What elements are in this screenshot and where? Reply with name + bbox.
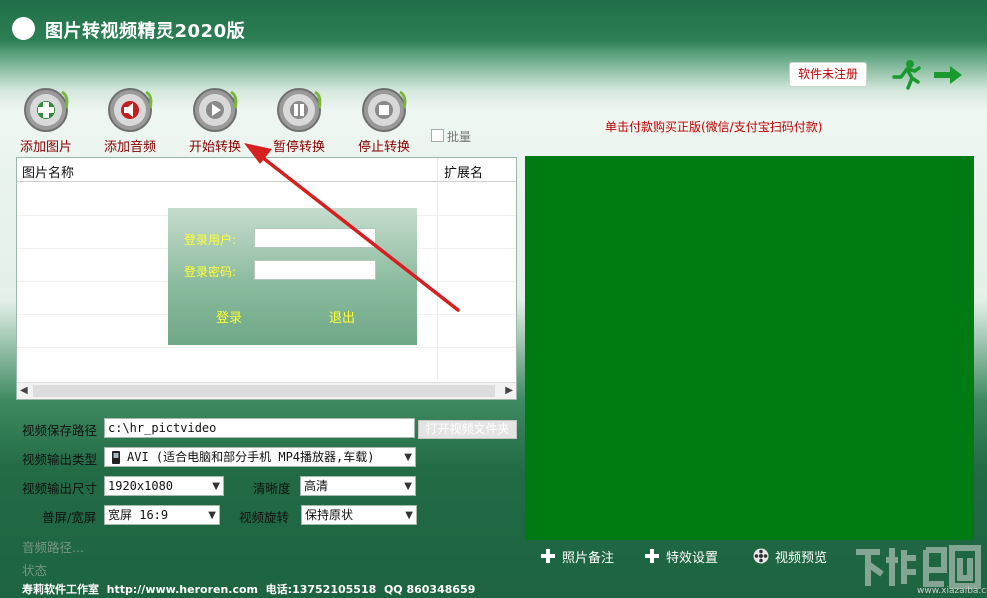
output-size-value: 1920x1080 — [108, 479, 174, 493]
start-convert-button[interactable]: 开始转换 — [183, 86, 247, 155]
login-password-label: 登录密码: — [184, 265, 237, 279]
file-list-header: 图片名称 扩展名 — [17, 158, 516, 182]
scroll-left-icon[interactable]: ◀ — [20, 385, 28, 396]
plus-icon — [541, 549, 555, 563]
exit-app-button[interactable] — [888, 58, 968, 94]
add-image-button[interactable]: 添加图片 — [14, 86, 78, 155]
video-preview-area — [525, 156, 974, 540]
app-logo-icon — [12, 17, 35, 40]
chevron-down-icon[interactable]: ▼ — [212, 478, 220, 495]
batch-checkbox-label: 批量 — [447, 130, 472, 144]
add-audio-label: 添加音频 — [103, 140, 156, 155]
status-label: 状态 — [22, 563, 48, 578]
plus-icon — [645, 549, 659, 563]
scroll-right-icon[interactable]: ▶ — [505, 385, 513, 396]
stop-convert-button[interactable]: 停止转换 — [352, 86, 416, 155]
window-title: 图片转视频精灵2020版 — [45, 21, 246, 42]
footer-website[interactable]: http://www.heroren.com — [107, 583, 258, 596]
screen-ratio-value: 宽屏 16:9 — [108, 508, 169, 522]
login-button[interactable]: 登录 — [216, 307, 242, 326]
film-reel-icon — [753, 548, 769, 564]
add-image-icon — [24, 88, 69, 132]
video-preview-label: 视频预览 — [775, 551, 828, 566]
login-user-input[interactable] — [254, 228, 376, 248]
start-convert-label: 开始转换 — [188, 140, 241, 155]
login-panel: 登录用户: 登录密码: 登录 退出 — [168, 208, 417, 345]
login-password-input[interactable] — [254, 260, 376, 280]
stop-icon — [362, 88, 407, 132]
add-audio-icon — [108, 88, 153, 132]
rotate-value: 保持原状 — [305, 508, 354, 522]
audio-path-button[interactable]: 音频路径... — [22, 537, 84, 556]
column-extension[interactable]: 扩展名 — [444, 162, 483, 181]
clarity-value: 高清 — [304, 479, 329, 493]
watermark-logo — [856, 545, 981, 589]
play-icon — [193, 88, 238, 132]
save-path-field[interactable]: c:\hr_pictvideo — [104, 418, 415, 438]
buy-license-link[interactable]: 单击付款购买正版(微信/支付宝扫码付款) — [605, 118, 822, 135]
rotate-label: 视频旋转 — [239, 510, 290, 525]
register-button[interactable]: 软件未注册 — [789, 62, 867, 87]
title-bar: 图片转视频精灵2020版 — [0, 0, 987, 58]
clarity-select[interactable]: 高清 ▼ — [300, 476, 416, 496]
screen-ratio-select[interactable]: 宽屏 16:9 ▼ — [104, 505, 220, 525]
rotate-select[interactable]: 保持原状 ▼ — [301, 505, 417, 525]
pause-icon — [277, 88, 322, 132]
chevron-down-icon[interactable]: ▼ — [405, 507, 413, 524]
scrollbar-thumb[interactable] — [33, 385, 495, 397]
footer-phone: 电话:13752105518 — [265, 583, 377, 596]
effects-settings-label: 特效设置 — [666, 551, 719, 566]
exit-button[interactable]: 退出 — [329, 307, 355, 326]
running-man-exit-icon — [892, 60, 962, 90]
list-gridline — [17, 347, 516, 348]
horizontal-scrollbar[interactable]: ◀ ▶ — [17, 382, 516, 399]
add-image-label: 添加图片 — [19, 140, 72, 155]
chevron-down-icon[interactable]: ▼ — [404, 478, 412, 495]
pause-convert-button[interactable]: 暂停转换 — [267, 86, 331, 155]
watermark-url: www.xiazaiba.com — [917, 586, 987, 596]
photo-note-label: 照片备注 — [562, 551, 615, 566]
output-size-select[interactable]: 1920x1080 ▼ — [104, 476, 224, 496]
pause-convert-label: 暂停转换 — [272, 140, 325, 155]
output-type-select[interactable]: AVI (适合电脑和部分手机 MP4播放器,车载) ▼ — [104, 447, 416, 467]
open-video-folder-button[interactable]: 打开视频文件夹 — [418, 420, 517, 439]
stop-convert-label: 停止转换 — [357, 140, 410, 155]
phone-icon — [112, 451, 120, 464]
output-size-label: 视频输出尺寸 — [22, 481, 98, 496]
save-path-label: 视频保存路径 — [22, 423, 98, 438]
add-audio-button[interactable]: 添加音频 — [98, 86, 162, 155]
footer-studio: 寿莉软件工作室 — [22, 583, 99, 596]
batch-checkbox-box[interactable] — [431, 129, 444, 142]
column-image-name[interactable]: 图片名称 — [22, 162, 74, 181]
output-type-label: 视频输出类型 — [22, 452, 98, 467]
screen-ratio-label: 普屏/宽屏 — [42, 510, 97, 525]
footer-qq: QQ 860348659 — [383, 583, 476, 596]
chevron-down-icon[interactable]: ▼ — [208, 507, 216, 524]
clarity-label: 清晰度 — [253, 481, 291, 496]
login-user-label: 登录用户: — [184, 233, 237, 247]
footer-info: 寿莉软件工作室 http://www.heroren.com 电话:137521… — [22, 581, 475, 597]
output-type-value: AVI (适合电脑和部分手机 MP4播放器,车载) — [127, 450, 375, 464]
chevron-down-icon[interactable]: ▼ — [404, 449, 412, 466]
